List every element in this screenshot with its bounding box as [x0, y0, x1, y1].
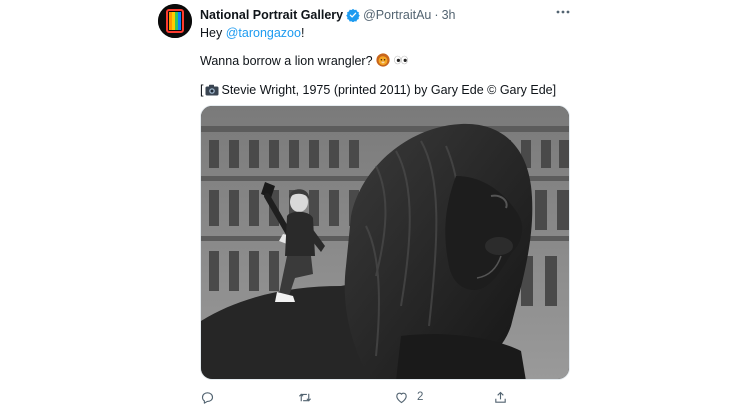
- share-icon: [495, 391, 506, 403]
- tweet-text-credit: [ Stevie Wright, 1975 (printed 2011) by G…: [200, 82, 556, 100]
- retweet-icon: [298, 393, 312, 401]
- avatar[interactable]: [158, 4, 192, 38]
- credit-text: Stevie Wright, 1975 (printed 2011) by Ga…: [221, 83, 557, 97]
- author-name[interactable]: National Portrait Gallery: [200, 8, 343, 22]
- eyes-icon: [393, 53, 409, 71]
- reply-icon: [201, 391, 214, 404]
- credit-open-bracket: [: [200, 83, 204, 97]
- heart-icon: [396, 392, 407, 403]
- question-text: Wanna borrow a lion wrangler?: [200, 54, 373, 68]
- tweet-header: National Portrait Gallery @PortraitAu · 3h: [200, 7, 455, 26]
- tweet-text-question: Wanna borrow a lion wrangler?: [200, 53, 409, 71]
- tweet-actions: 2: [200, 388, 570, 406]
- tweet-text-greeting: Hey @tarongazoo!: [200, 25, 304, 41]
- more-icon: [556, 10, 570, 14]
- tweet-photo[interactable]: [200, 105, 570, 380]
- lion-face-icon: [375, 53, 390, 71]
- separator-dot: ·: [434, 8, 439, 22]
- like-button[interactable]: 2: [394, 388, 423, 406]
- lion-statue-photo: [201, 106, 569, 379]
- reply-button[interactable]: [200, 388, 215, 406]
- like-count: 2: [417, 391, 424, 403]
- timestamp[interactable]: 3h: [442, 8, 456, 22]
- camera-icon: [205, 84, 219, 100]
- more-options-button[interactable]: [554, 5, 572, 19]
- retweet-button[interactable]: [297, 388, 313, 406]
- mention-link[interactable]: @tarongazoo: [226, 26, 301, 40]
- author-handle[interactable]: @PortraitAu: [363, 8, 431, 22]
- greeting-text: Hey: [200, 26, 223, 40]
- exclaim-text: !: [300, 26, 305, 40]
- verified-badge-icon: [346, 8, 360, 26]
- tweet-card[interactable]: National Portrait Gallery @PortraitAu · 3h …: [0, 0, 730, 411]
- share-button[interactable]: [493, 388, 508, 406]
- npg-logo-icon: [158, 4, 192, 38]
